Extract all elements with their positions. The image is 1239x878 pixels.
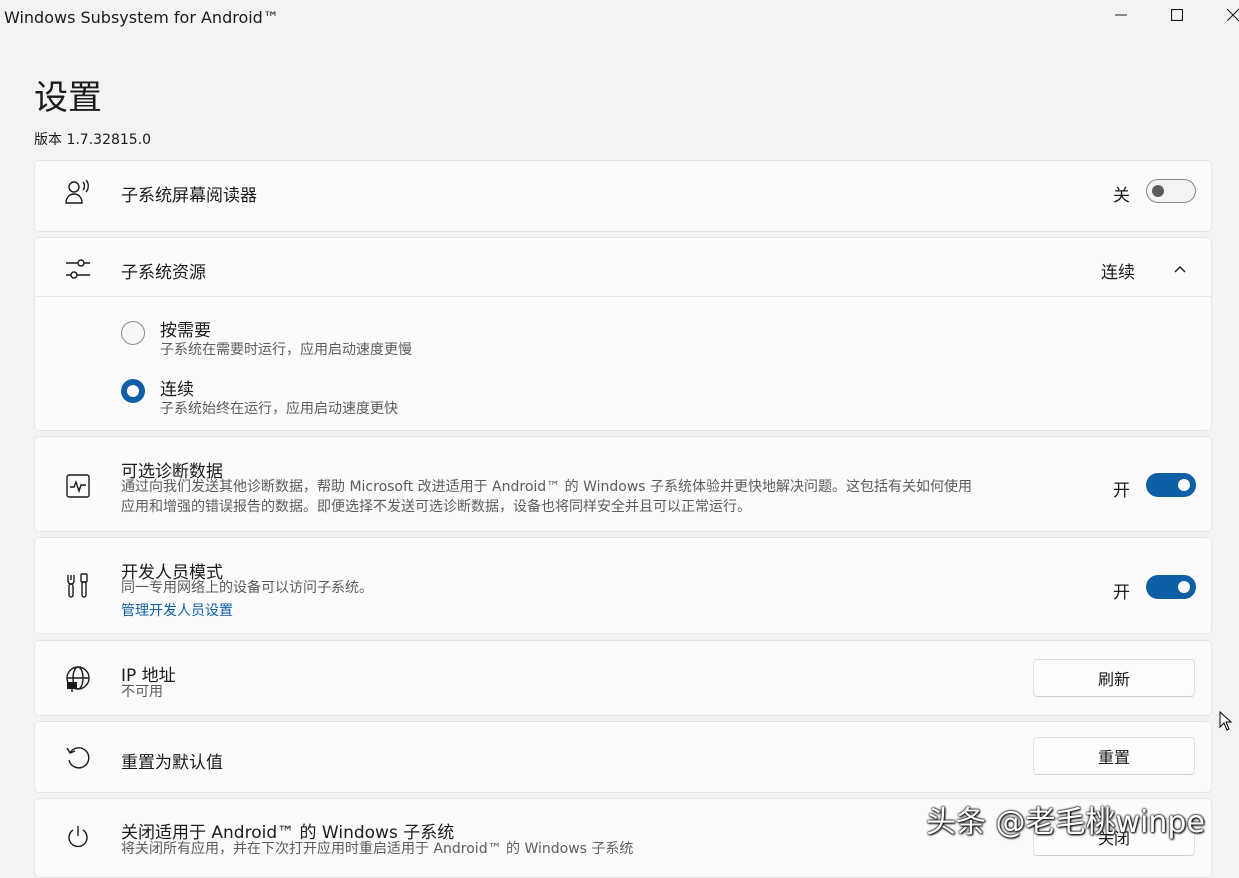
sliders-icon <box>63 254 93 284</box>
screen-reader-icon <box>63 177 93 207</box>
radio-continuous-desc: 子系统始终在运行，应用启动速度更快 <box>160 401 398 417</box>
close-window-button[interactable] <box>1210 0 1239 30</box>
resources-selected: 连续 <box>1101 263 1135 283</box>
reset-icon <box>63 743 93 773</box>
screen-reader-card: 子系统屏幕阅读器 关 <box>34 160 1212 232</box>
diagnostics-toggle[interactable] <box>1146 473 1196 497</box>
maximize-icon <box>1171 9 1183 21</box>
diagnostics-desc-line2: 应用和增强的错误报告的数据。即便选择不发送可选诊断数据，设备也将同样安全并且可以… <box>121 499 751 515</box>
resources-divider <box>35 296 1211 297</box>
page-title: 设置 <box>34 78 102 118</box>
radio-on-demand-desc: 子系统在需要时运行，应用启动速度更慢 <box>160 342 412 358</box>
resources-label: 子系统资源 <box>121 263 206 283</box>
reset-button[interactable]: 重置 <box>1033 737 1195 775</box>
diagnostics-state: 开 <box>1113 481 1130 501</box>
radio-continuous-label: 连续 <box>160 380 194 400</box>
reset-label: 重置为默认值 <box>121 753 223 773</box>
ip-value: 不可用 <box>121 684 163 700</box>
ip-card: IP 地址 不可用 刷新 <box>34 640 1212 716</box>
screen-reader-toggle[interactable] <box>1146 179 1196 203</box>
manage-developer-settings-link[interactable]: 管理开发人员设置 <box>121 600 233 620</box>
minimize-button[interactable] <box>1098 0 1144 30</box>
globe-network-icon <box>63 664 93 694</box>
minimize-icon <box>1115 14 1127 16</box>
maximize-button[interactable] <box>1154 0 1200 30</box>
screen-reader-state: 关 <box>1113 186 1130 206</box>
radio-on-demand[interactable] <box>121 321 145 345</box>
collapse-button[interactable] <box>1169 258 1191 280</box>
power-icon <box>63 822 93 852</box>
mouse-cursor-icon <box>1219 710 1233 735</box>
chevron-up-icon <box>1174 266 1186 273</box>
activity-icon <box>63 471 93 501</box>
version-label: 版本 1.7.32815.0 <box>34 132 152 148</box>
diagnostics-desc-line1: 通过向我们发送其他诊断数据，帮助 Microsoft 改进适用于 Android… <box>121 479 973 495</box>
developer-state: 开 <box>1113 583 1130 603</box>
screen-reader-label: 子系统屏幕阅读器 <box>121 186 257 206</box>
title-bar: Windows Subsystem for Android™ <box>0 0 1239 36</box>
radio-continuous[interactable] <box>121 379 145 403</box>
resources-card: 子系统资源 连续 按需要 子系统在需要时运行，应用启动速度更慢 连续 子系统始终… <box>34 237 1212 431</box>
reset-card: 重置为默认值 重置 <box>34 721 1212 793</box>
developer-card: 开发人员模式 同一专用网络上的设备可以访问子系统。 管理开发人员设置 开 <box>34 537 1212 634</box>
developer-desc: 同一专用网络上的设备可以访问子系统。 <box>121 580 373 596</box>
watermark: 头条 @老毛桃winpe <box>926 805 1205 840</box>
shutdown-desc: 将关闭所有应用，并在下次打开应用时重启适用于 Android™ 的 Window… <box>121 841 634 857</box>
developer-tools-icon <box>63 571 93 601</box>
window-title: Windows Subsystem for Android™ <box>4 8 279 27</box>
close-icon <box>1227 9 1239 21</box>
diagnostics-card: 可选诊断数据 通过向我们发送其他诊断数据，帮助 Microsoft 改进适用于 … <box>34 436 1212 532</box>
developer-toggle[interactable] <box>1146 575 1196 599</box>
radio-on-demand-label: 按需要 <box>160 321 211 341</box>
refresh-button[interactable]: 刷新 <box>1033 659 1195 697</box>
